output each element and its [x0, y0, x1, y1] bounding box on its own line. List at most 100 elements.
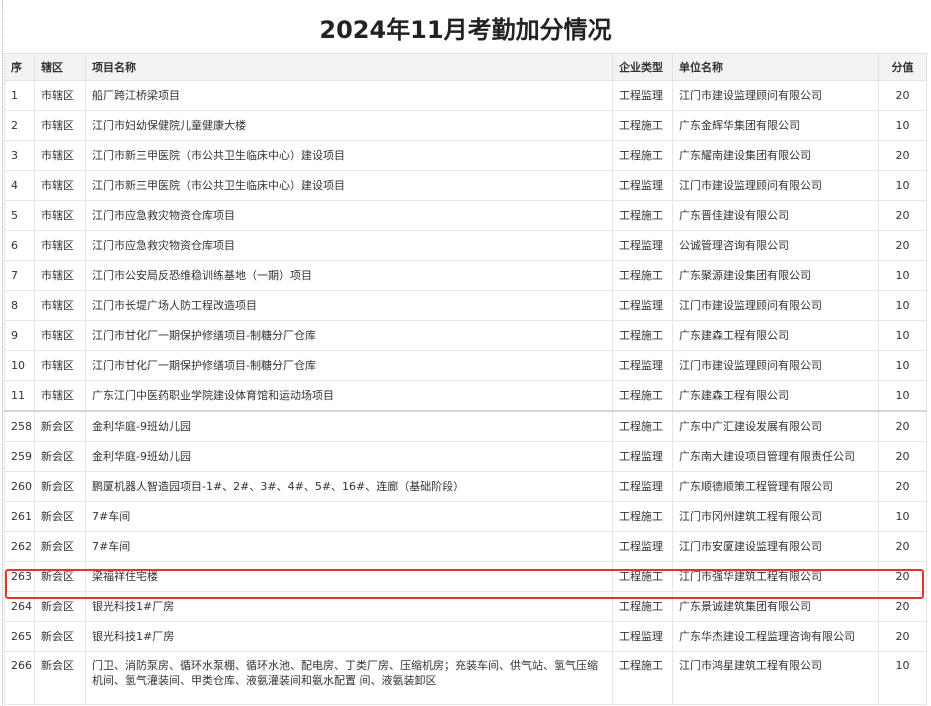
- cell-score: 20: [878, 591, 927, 622]
- cell-type: 工程监理: [612, 230, 673, 261]
- cell-company: 江门市安厦建设监理有限公司: [672, 531, 879, 562]
- cell-type: 工程监理: [612, 531, 673, 562]
- cell-company: 广东建森工程有限公司: [672, 320, 879, 351]
- cell-project: 鹏厦机器人智造园项目-1#、2#、3#、4#、5#、16#、连廊（基础阶段）: [85, 471, 613, 502]
- cell-score: 10: [878, 501, 927, 532]
- cell-project: 江门市长堤广场人防工程改造项目: [85, 290, 613, 321]
- cell-district: 新会区: [34, 410, 86, 442]
- header-score: 分值: [878, 53, 927, 81]
- table-row: 7 市辖区 江门市公安局反恐维稳训练基地（一期）项目 工程施工 广东聚源建设集团有限公司…: [4, 260, 927, 291]
- cell-type: 工程监理: [612, 441, 673, 472]
- cell-company: 江门市建设监理顾问有限公司: [672, 170, 879, 201]
- cell-no: 259: [4, 441, 35, 472]
- cell-company: 江门市冈州建筑工程有限公司: [672, 501, 879, 532]
- table-row: 4 市辖区 江门市新三甲医院（市公共卫生临床中心）建设项目 工程监理 江门市建设监理顾问…: [4, 170, 927, 201]
- cell-project: 船厂跨江桥梁项目: [85, 80, 613, 111]
- cell-district: 市辖区: [34, 350, 86, 381]
- cell-project: 金利华庭-9班幼儿园: [85, 441, 613, 472]
- cell-score: 20: [878, 471, 927, 502]
- cell-no: 265: [4, 621, 35, 652]
- cell-project: 金利华庭-9班幼儿园: [85, 410, 613, 442]
- cell-no: 263: [4, 561, 35, 592]
- table-header-row: 序 辖区 项目名称 企业类型 单位名称 分值: [4, 53, 927, 81]
- cell-type: 工程监理: [612, 350, 673, 381]
- table-row: 5 市辖区 江门市应急救灾物资仓库项目 工程施工 广东晋佳建设有限公司 20: [4, 200, 927, 231]
- cell-project: 江门市应急救灾物资仓库项目: [85, 200, 613, 231]
- header-project: 项目名称: [85, 53, 613, 81]
- table-row: 264 新会区 银光科技1#厂房 工程施工 广东景诚建筑集团有限公司 20: [4, 591, 927, 622]
- cell-project: 广东江门中医药职业学院建设体育馆和运动场项目: [85, 380, 613, 412]
- cell-no: 264: [4, 591, 35, 622]
- table-row: 265 新会区 银光科技1#厂房 工程监理 广东华杰建设工程监理咨询有限公司 20: [4, 621, 927, 652]
- cell-score: 20: [878, 561, 927, 592]
- cell-district: 新会区: [34, 591, 86, 622]
- cell-type: 工程施工: [612, 320, 673, 351]
- table-row: 259 新会区 金利华庭-9班幼儿园 工程监理 广东南大建设项目管理有限责任公司 20: [4, 441, 927, 472]
- cell-type: 工程施工: [612, 501, 673, 532]
- cell-score: 10: [878, 110, 927, 141]
- cell-company: 广东聚源建设集团有限公司: [672, 260, 879, 291]
- cell-no: 261: [4, 501, 35, 532]
- cell-score: 20: [878, 441, 927, 472]
- table-row: 266 新会区 门卫、消防泵房、循环水泵棚、循环水池、配电房、丁类厂房、压缩机房；充…: [4, 651, 927, 705]
- cell-project: 江门市妇幼保健院儿童健康大楼: [85, 110, 613, 141]
- page-title: 2024年11月考勤加分情况: [319, 16, 612, 44]
- cell-type: 工程施工: [612, 260, 673, 291]
- cell-type: 工程监理: [612, 80, 673, 111]
- cell-type: 工程监理: [612, 170, 673, 201]
- cell-score: 10: [878, 170, 927, 201]
- cell-company: 广东景诚建筑集团有限公司: [672, 591, 879, 622]
- cell-district: 市辖区: [34, 110, 86, 141]
- cell-score: 20: [878, 140, 927, 171]
- cell-company: 江门市建设监理顾问有限公司: [672, 350, 879, 381]
- cell-district: 新会区: [34, 531, 86, 562]
- cell-no: 4: [4, 170, 35, 201]
- cell-type: 工程施工: [612, 561, 673, 592]
- cell-type: 工程监理: [612, 471, 673, 502]
- cell-district: 市辖区: [34, 380, 86, 412]
- table-header: 序 辖区 项目名称 企业类型 单位名称 分值: [4, 53, 927, 81]
- cell-company: 公诚管理咨询有限公司: [672, 230, 879, 261]
- cell-score: 20: [878, 230, 927, 261]
- cell-district: 新会区: [34, 501, 86, 532]
- cell-company: 江门市建设监理顾问有限公司: [672, 80, 879, 111]
- cell-type: 工程施工: [612, 651, 673, 705]
- cell-score: 20: [878, 410, 927, 442]
- cell-district: 市辖区: [34, 230, 86, 261]
- cell-company: 广东耀南建设集团有限公司: [672, 140, 879, 171]
- cell-district: 市辖区: [34, 260, 86, 291]
- header-company: 单位名称: [672, 53, 879, 81]
- cell-district: 新会区: [34, 561, 86, 592]
- cell-score: 10: [878, 651, 927, 705]
- header-district: 辖区: [34, 53, 86, 81]
- cell-type: 工程施工: [612, 140, 673, 171]
- cell-company: 广东中广汇建设发展有限公司: [672, 410, 879, 442]
- cell-district: 新会区: [34, 651, 86, 705]
- cell-type: 工程监理: [612, 290, 673, 321]
- cell-score: 10: [878, 260, 927, 291]
- cell-district: 新会区: [34, 441, 86, 472]
- cell-company: 广东建森工程有限公司: [672, 380, 879, 412]
- cell-score: 20: [878, 531, 927, 562]
- cell-project: 门卫、消防泵房、循环水泵棚、循环水池、配电房、丁类厂房、压缩机房；充装车间、供气…: [85, 651, 613, 705]
- cell-type: 工程施工: [612, 591, 673, 622]
- cell-type: 工程监理: [612, 621, 673, 652]
- table-row: 261 新会区 7#车间 工程施工 江门市冈州建筑工程有限公司 10: [4, 501, 927, 532]
- attendance-bonus-table: 序 辖区 项目名称 企业类型 单位名称 分值 1 市辖区 船厂跨江桥梁项目 工程监理江…: [4, 53, 927, 705]
- cell-no: 6: [4, 230, 35, 261]
- cell-district: 市辖区: [34, 320, 86, 351]
- table-row: 2 市辖区 江门市妇幼保健院儿童健康大楼 工程施工 广东金辉华集团有限公司 10: [4, 110, 927, 141]
- cell-no: 10: [4, 350, 35, 381]
- cell-no: 7: [4, 260, 35, 291]
- cell-district: 新会区: [34, 471, 86, 502]
- cell-type: 工程施工: [612, 410, 673, 442]
- cell-no: 9: [4, 320, 35, 351]
- cell-company: 江门市强华建筑工程有限公司: [672, 561, 879, 592]
- cell-district: 市辖区: [34, 200, 86, 231]
- page-left-border: [2, 0, 3, 706]
- table-body: 1 市辖区 船厂跨江桥梁项目 工程监理 江门市建设监理顾问有限公司 20 2 市辖区 江门市妇幼…: [4, 80, 927, 705]
- cell-company: 广东晋佳建设有限公司: [672, 200, 879, 231]
- table-row: 262 新会区 7#车间 工程监理 江门市安厦建设监理有限公司 20: [4, 531, 927, 562]
- cell-project: 7#车间: [85, 531, 613, 562]
- cell-project: 银光科技1#厂房: [85, 621, 613, 652]
